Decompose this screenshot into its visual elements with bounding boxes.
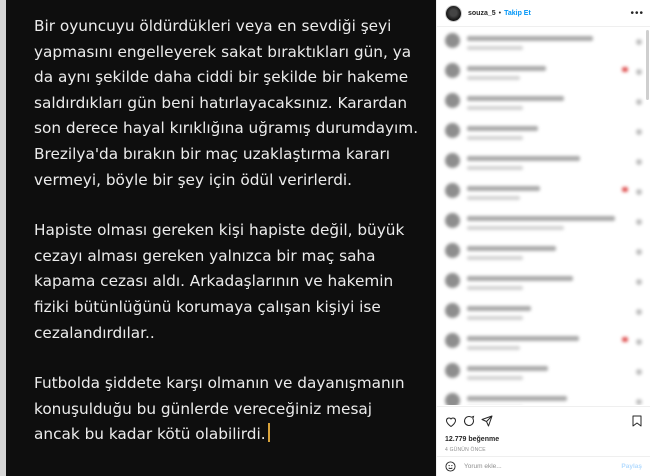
comments-list[interactable] xyxy=(437,27,650,405)
comment-item xyxy=(445,123,642,148)
comment-like-icon[interactable] xyxy=(636,279,642,285)
comment-like-icon[interactable] xyxy=(636,159,642,165)
post-comment-button[interactable]: Paylaş xyxy=(621,463,642,470)
commenter-avatar xyxy=(445,183,460,198)
post-header: souza_5 • Takip Et ••• xyxy=(437,0,650,27)
comment-item xyxy=(445,333,642,358)
commenter-avatar xyxy=(445,393,460,405)
commenter-avatar xyxy=(445,123,460,138)
comments-scrollbar[interactable] xyxy=(646,30,649,100)
commenter-avatar xyxy=(445,63,460,78)
post-text-paragraph-2: Hapiste olması gereken kişi hapiste deği… xyxy=(34,221,405,342)
post-text-paragraph-1: Bir oyuncuyu öldürdükleri veya en sevdiğ… xyxy=(34,17,419,189)
comment-icon[interactable] xyxy=(463,415,475,427)
comment-like-icon[interactable] xyxy=(636,69,642,75)
post-sidebar: souza_5 • Takip Et ••• 12.779 beğenme 4 … xyxy=(436,0,650,476)
comment-item xyxy=(445,213,642,238)
commenter-avatar xyxy=(445,153,460,168)
commenter-avatar xyxy=(445,303,460,318)
commenter-avatar xyxy=(445,333,460,348)
comment-like-icon[interactable] xyxy=(636,189,642,195)
commenter-avatar xyxy=(445,363,460,378)
comment-like-icon[interactable] xyxy=(636,339,642,345)
commenter-avatar xyxy=(445,93,460,108)
post-timestamp: 4 GÜNÜN ÖNCE xyxy=(445,447,486,453)
comment-like-icon[interactable] xyxy=(636,39,642,45)
commenter-avatar xyxy=(445,33,460,48)
comment-item xyxy=(445,33,642,58)
post-image[interactable]: Bir oyuncuyu öldürdükleri veya en sevdiğ… xyxy=(6,0,436,476)
comment-like-icon[interactable] xyxy=(636,249,642,255)
profile-avatar[interactable] xyxy=(445,4,462,22)
comment-item xyxy=(445,303,642,328)
instagram-post: Bir oyuncuyu öldürdükleri veya en sevdiğ… xyxy=(6,0,650,476)
commenter-avatar xyxy=(445,243,460,258)
comment-like-icon[interactable] xyxy=(636,369,642,375)
text-cursor xyxy=(267,423,270,443)
post-actions: 12.779 beğenme 4 GÜNÜN ÖNCE xyxy=(437,406,650,456)
comment-item xyxy=(445,63,642,88)
comment-item xyxy=(445,183,642,208)
comment-like-icon[interactable] xyxy=(636,219,642,225)
comment-like-icon[interactable] xyxy=(636,309,642,315)
post-text-paragraph-3-text: Futbolda şiddete karşı olmanın ve dayanı… xyxy=(34,374,405,444)
commenter-avatar xyxy=(445,273,460,288)
smiley-icon[interactable] xyxy=(445,461,456,472)
comment-item xyxy=(445,93,642,118)
comment-item xyxy=(445,393,642,405)
comment-input[interactable]: Yorum ekle... xyxy=(464,463,621,470)
follow-button[interactable]: Takip Et xyxy=(504,10,531,17)
likes-count[interactable]: 12.779 beğenme xyxy=(445,436,642,443)
more-options-icon[interactable]: ••• xyxy=(630,8,644,19)
comment-like-icon[interactable] xyxy=(636,399,642,405)
comment-item xyxy=(445,363,642,388)
separator-dot: • xyxy=(498,9,502,17)
share-icon[interactable] xyxy=(481,415,493,427)
comment-composer: Yorum ekle... Paylaş xyxy=(437,456,650,476)
comment-item xyxy=(445,273,642,298)
comment-item xyxy=(445,243,642,268)
comment-item xyxy=(445,153,642,178)
commenter-avatar xyxy=(445,213,460,228)
heart-icon[interactable] xyxy=(445,416,457,427)
bookmark-icon[interactable] xyxy=(632,415,642,427)
post-text-paragraph-3: Futbolda şiddete karşı olmanın ve dayanı… xyxy=(34,371,422,448)
action-icons xyxy=(445,413,642,429)
username-link[interactable]: souza_5 xyxy=(468,10,496,17)
comment-like-icon[interactable] xyxy=(636,99,642,105)
comment-like-icon[interactable] xyxy=(636,129,642,135)
